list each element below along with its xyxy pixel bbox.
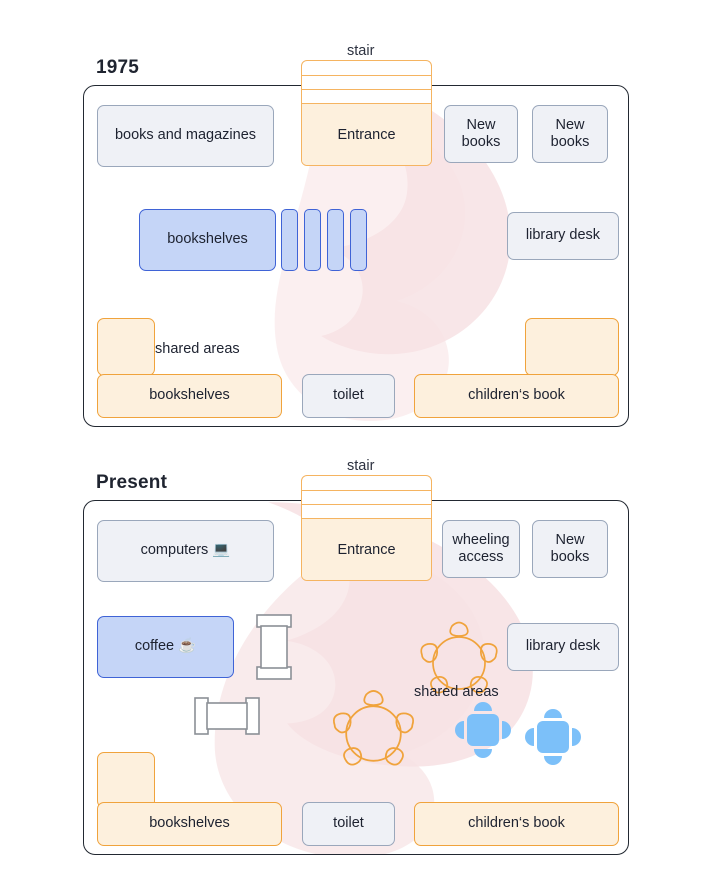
room-toilet[interactable]: toilet [302,374,395,418]
bookshelf-slat-2[interactable] [304,209,321,271]
room-bookshelves-main[interactable]: bookshelves [139,209,276,271]
stair-entrance-1975[interactable]: Entrance [301,60,432,166]
shared-areas-label-1975: shared areas [155,341,240,357]
room-new-books[interactable]: New books [532,520,608,578]
room-childrens-book[interactable]: children‘s book [414,374,619,418]
room-books-and-magazines[interactable]: books and magazines [97,105,274,167]
room-wheeling-access[interactable]: wheeling access [442,520,520,578]
room-library-desk[interactable]: library desk [507,212,619,260]
room-toilet[interactable]: toilet [302,802,395,846]
room-bookshelves-lower[interactable]: bookshelves [97,802,282,846]
stair-step-2 [302,491,431,505]
stair-label-1975: stair [347,43,375,59]
room-new-books-1[interactable]: New books [444,105,518,163]
stair-step-3 [302,90,431,104]
shared-areas-label-present: shared areas [414,684,499,700]
bookshelf-slat-1[interactable] [281,209,298,271]
entrance-label-present: Entrance [302,519,431,580]
room-shared-area-right-upper[interactable] [525,318,619,376]
panel-1975: 1975 stair books and magazines New books… [0,0,712,440]
stair-label-present: stair [347,458,375,474]
bookshelf-slat-3[interactable] [327,209,344,271]
bookshelf-slat-4[interactable] [350,209,367,271]
round-table-2[interactable] [321,681,426,791]
stair-step-1 [302,61,431,76]
panel-present: Present stair computers 💻 wheeling acces… [0,415,712,890]
room-computers[interactable]: computers 💻 [97,520,274,582]
room-childrens-book[interactable]: children‘s book [414,802,619,846]
blue-table-2[interactable] [522,706,584,773]
room-shared-area-left-upper[interactable] [97,318,155,376]
room-new-books-2[interactable]: New books [532,105,608,163]
room-bookshelves-lower[interactable]: bookshelves [97,374,282,418]
stair-step-1 [302,476,431,491]
room-library-desk[interactable]: library desk [507,623,619,671]
floorplan-page: 1975 stair books and magazines New books… [0,0,712,890]
stair-step-3 [302,505,431,519]
room-coffee[interactable]: coffee ☕ [97,616,234,678]
room-shared-area-left-upper[interactable] [97,752,155,808]
furniture-table-vertical[interactable] [256,614,292,680]
stair-entrance-present[interactable]: Entrance [301,475,432,581]
stair-step-2 [302,76,431,90]
blue-table-1[interactable] [452,699,514,766]
entrance-label-1975: Entrance [302,104,431,165]
panel-title-1975: 1975 [96,57,140,78]
panel-title-present: Present [96,472,168,493]
furniture-table-horizontal[interactable] [194,697,260,735]
